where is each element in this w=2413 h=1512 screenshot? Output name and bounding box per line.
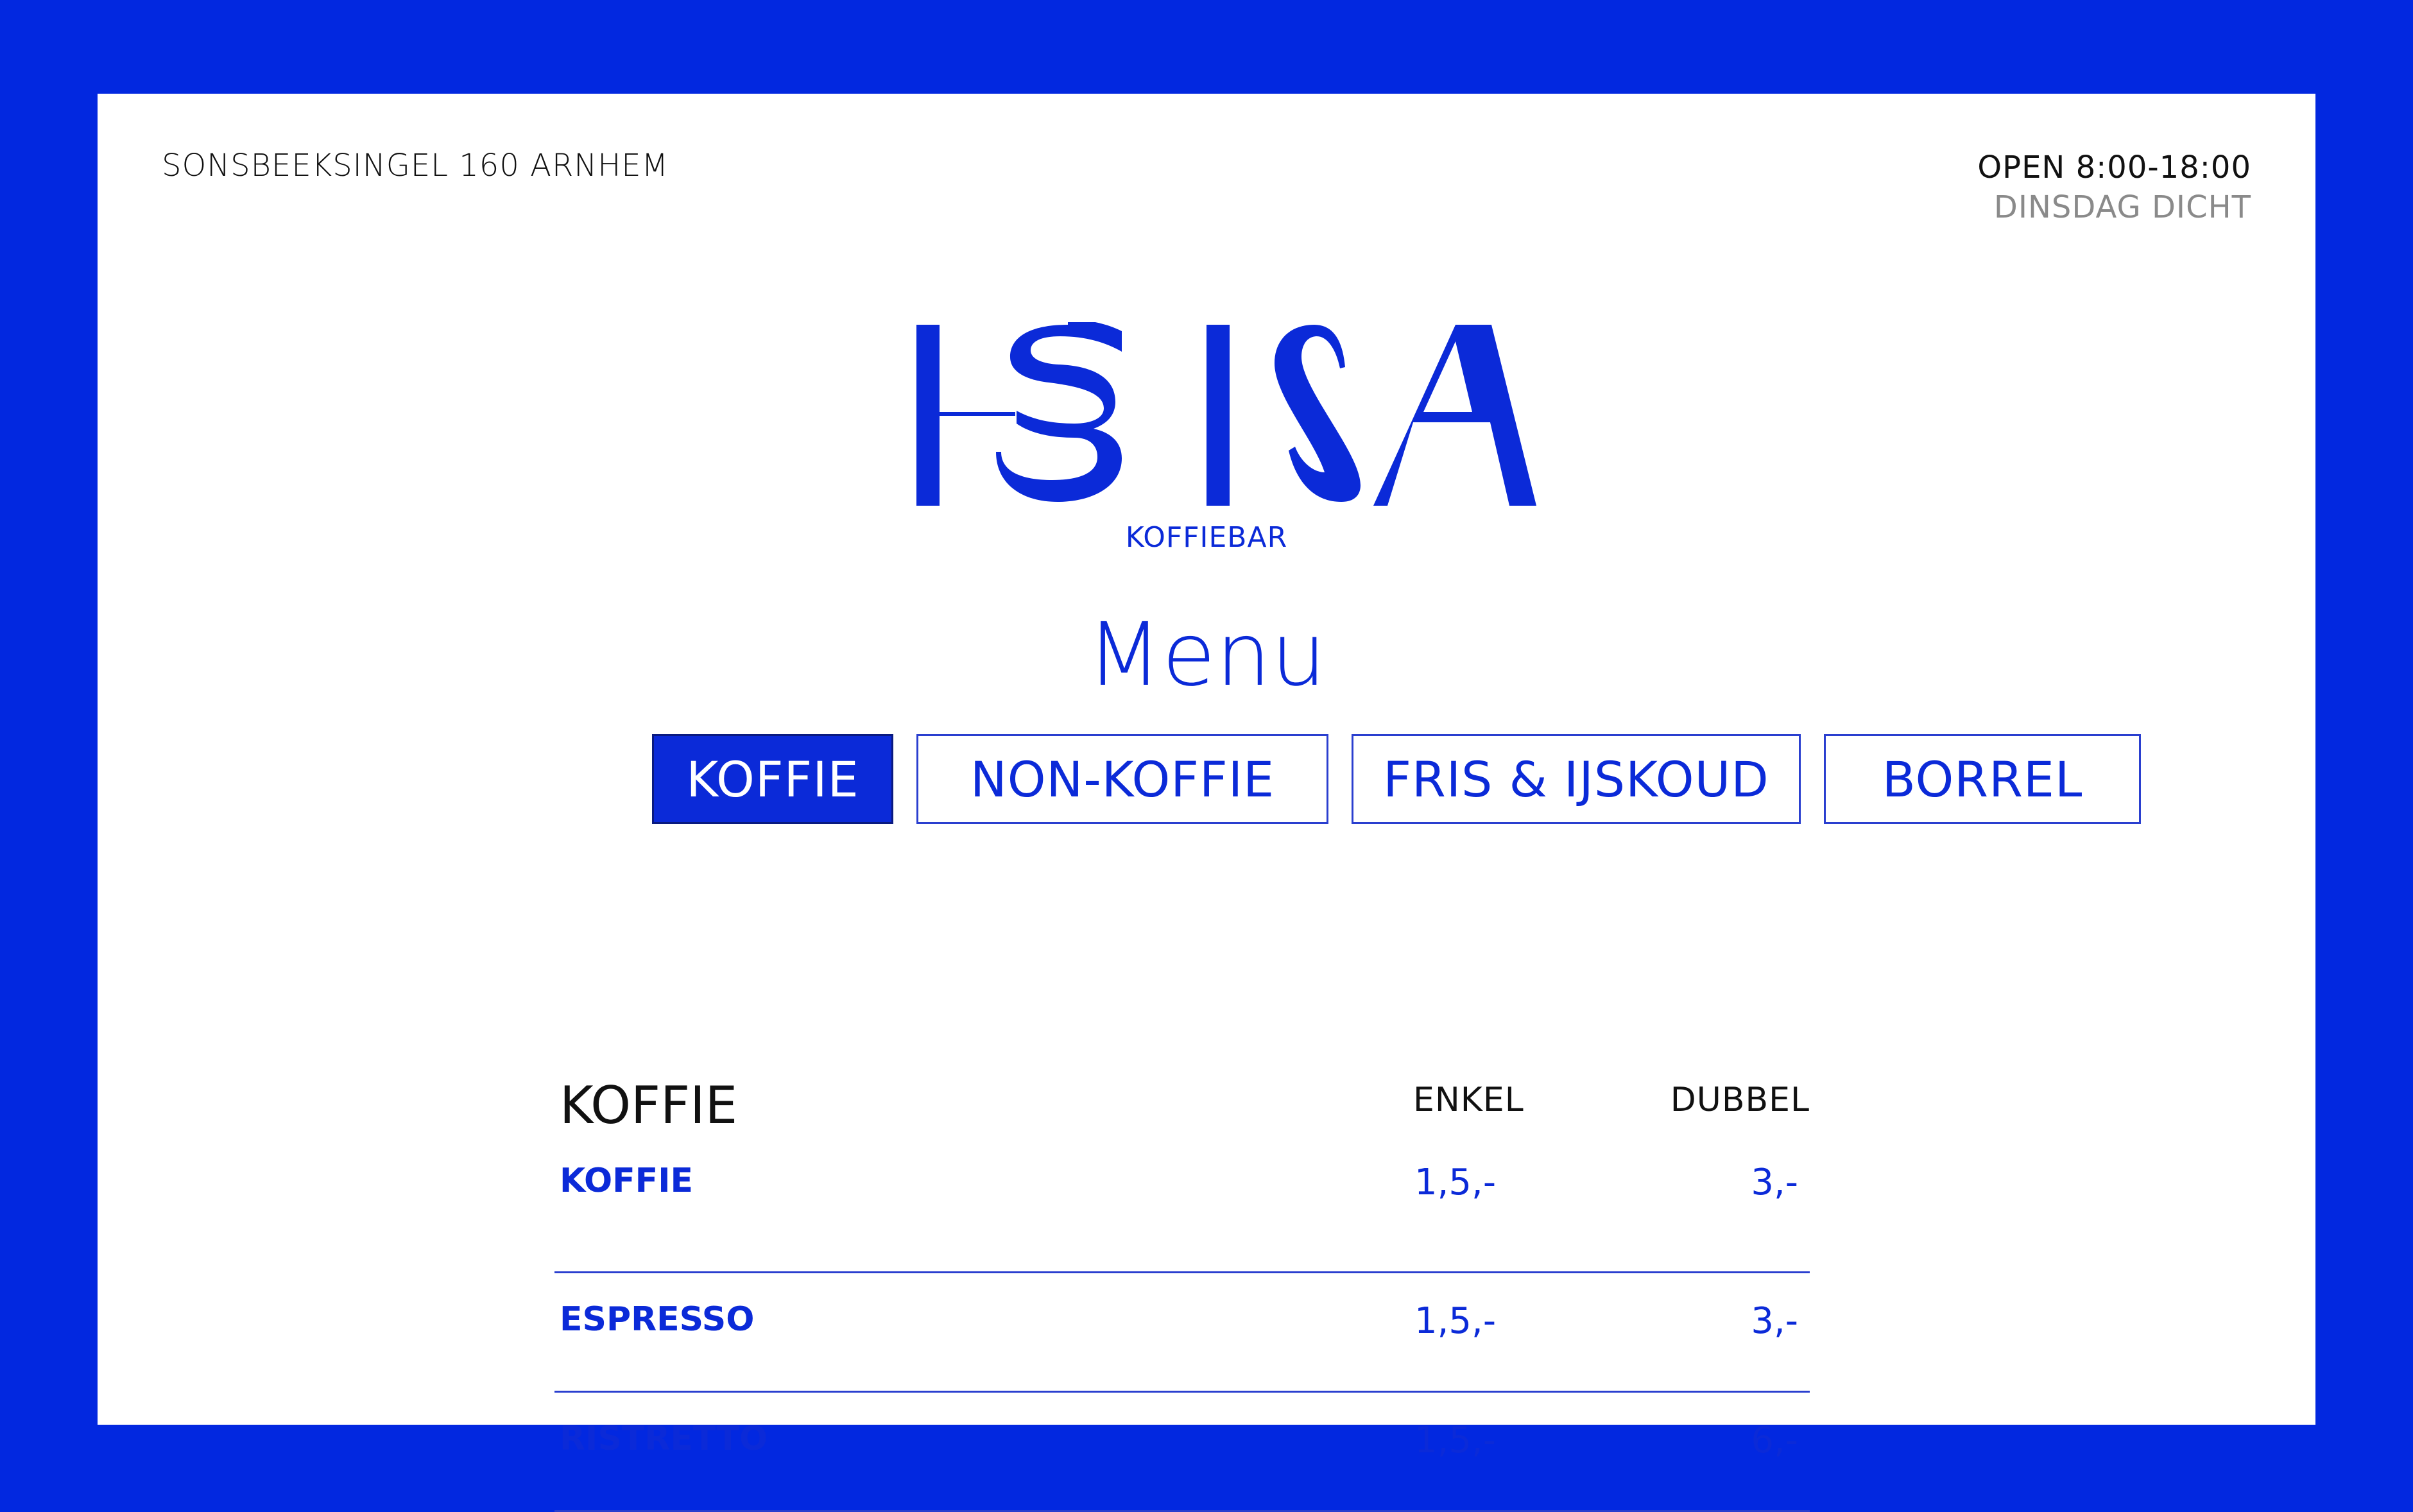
opening-hours: OPEN 8:00-18:00 DINSDAG DICHT [1977, 148, 2251, 227]
item-price-double: 3,- [1751, 1300, 1798, 1342]
brand-subtitle: KOFFIEBAR [1125, 521, 1288, 554]
table-row: RISTRETTO 1,5,- 6,- [554, 1393, 1810, 1512]
table-row: KOFFIE 1,5,- 3,- [554, 1159, 1810, 1273]
item-price-double: 6,- [1751, 1420, 1798, 1461]
menu-table: KOFFIE ENKEL DUBBEL KOFFIE 1,5,- 3,- ESP… [554, 1076, 1810, 1512]
item-price-double: 3,- [1751, 1162, 1798, 1203]
item-price-single: 1,5,- [1414, 1300, 1497, 1342]
table-row: ESPRESSO 1,5,- 3,- [554, 1273, 1810, 1393]
section-title: KOFFIE [560, 1076, 738, 1135]
column-header-dubbel: DUBBEL [1670, 1081, 1810, 1119]
tab-borrel[interactable]: BORREL [1824, 734, 2141, 824]
tab-fris-ijskoud[interactable]: FRIS & IJSKOUD [1352, 734, 1801, 824]
item-name: RISTRETTO [560, 1420, 768, 1458]
tab-koffie[interactable]: KOFFIE [652, 734, 893, 824]
tab-non-koffie[interactable]: NON-KOFFIE [916, 734, 1328, 824]
heisa-logo [916, 322, 1536, 508]
page-card: SONSBEEKSINGEL 160 ARNHEM OPEN 8:00-18:0… [98, 94, 2315, 1512]
item-price-single: 1,5,- [1414, 1420, 1497, 1461]
column-header-enkel: ENKEL [1413, 1081, 1524, 1119]
closed-day-text: DINSDAG DICHT [1993, 189, 2251, 225]
address-text: SONSBEEKSINGEL 160 ARNHEM [162, 148, 669, 184]
open-hours-text: OPEN 8:00-18:00 [1977, 150, 2251, 185]
menu-title: Menu [1086, 605, 1327, 706]
item-name: ESPRESSO [560, 1300, 755, 1339]
item-name: KOFFIE [560, 1162, 694, 1200]
item-price-single: 1,5,- [1414, 1162, 1497, 1203]
table-header: KOFFIE ENKEL DUBBEL [554, 1076, 1810, 1159]
